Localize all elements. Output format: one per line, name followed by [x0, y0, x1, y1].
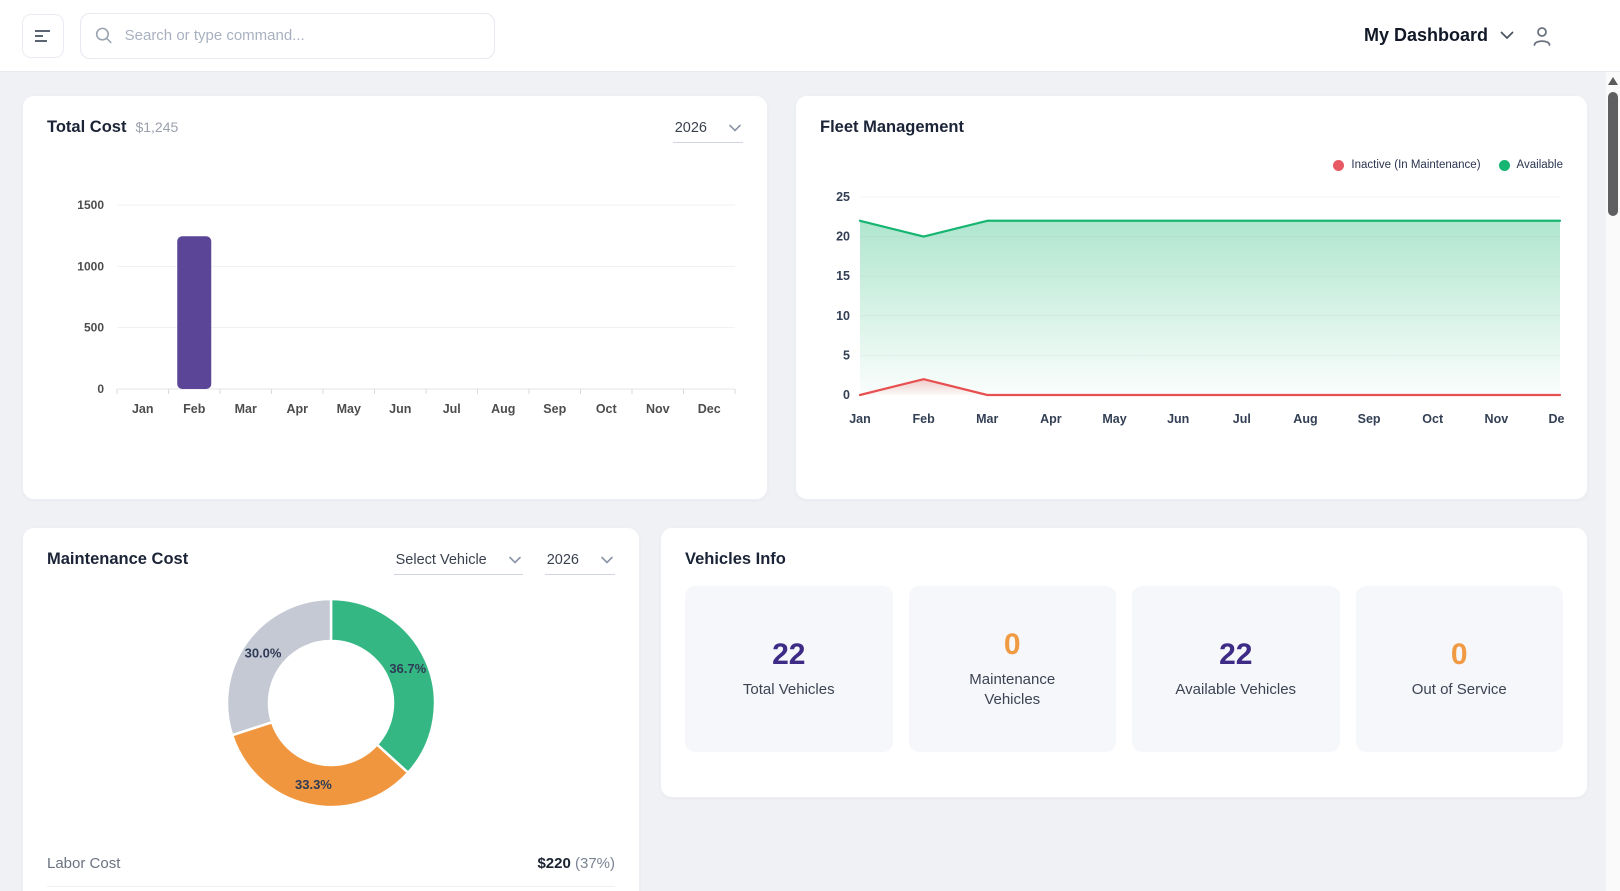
svg-text:25: 25 — [836, 190, 850, 204]
vehicle-tiles: 22 Total Vehicles 0 Maintenance Vehicles 22 A… — [685, 586, 1563, 752]
svg-text:Apr: Apr — [286, 402, 308, 416]
svg-text:Nov: Nov — [1485, 412, 1509, 426]
cost-label: Labor Cost — [47, 855, 121, 872]
maintenance-title: Maintenance Cost — [47, 550, 189, 568]
fleet-legend: Inactive (In Maintenance) Available — [820, 159, 1563, 171]
chevron-down-icon — [601, 556, 613, 564]
fleet-area-chart: 0 5 10 15 20 25 Jan Feb Mar Apr May Jun Jul Aug Sep Oct… — [836, 190, 1571, 426]
svg-text:May: May — [337, 402, 361, 416]
svg-text:36.7%: 36.7% — [389, 661, 426, 676]
cost-percent: (37%) — [570, 855, 615, 872]
legend-label: Available — [1516, 159, 1563, 171]
vehicle-stat-tile: 22 Available Vehicles — [1132, 586, 1340, 752]
svg-text:Jul: Jul — [443, 402, 461, 416]
svg-text:Feb: Feb — [183, 402, 206, 416]
vehicle-stat-tile: 0 Maintenance Vehicles — [908, 586, 1116, 752]
svg-text:1500: 1500 — [77, 198, 104, 212]
stat-label: Out of Service — [1411, 680, 1507, 698]
vehicle-stat-tile: 22 Total Vehicles — [685, 586, 893, 752]
menu-button[interactable] — [22, 13, 64, 58]
dashboard-content: Total Cost $1,245 2026 0 500 1000 1500 Jan Fe… — [0, 72, 1620, 891]
svg-text:Jan: Jan — [132, 402, 154, 416]
svg-text:Jun: Jun — [1167, 412, 1189, 426]
svg-text:Nov: Nov — [646, 402, 670, 416]
menu-icon — [35, 29, 50, 42]
svg-text:20: 20 — [836, 230, 850, 244]
maintenance-cost-card: Maintenance Cost Select Vehicle 2026 36.… — [22, 527, 640, 891]
cost-breakdown-row: Labor Cost $220 (37%) — [47, 855, 615, 887]
stat-label: Total Vehicles — [742, 680, 835, 698]
total-cost-year-select[interactable]: 2026 — [672, 120, 743, 143]
legend-dot — [1498, 159, 1510, 171]
svg-text:0: 0 — [843, 388, 850, 402]
svg-text:15: 15 — [836, 269, 850, 283]
cost-amount: $220 — [537, 855, 571, 872]
svg-text:33.3%: 33.3% — [295, 777, 332, 792]
chevron-down-icon — [508, 556, 521, 564]
dashboard-selector[interactable]: My Dashboard — [1364, 25, 1514, 46]
svg-text:Jul: Jul — [1233, 412, 1251, 426]
svg-text:Dec: Dec — [698, 402, 721, 416]
user-icon[interactable] — [1530, 24, 1554, 48]
stat-label: Available Vehicles — [1175, 680, 1297, 698]
svg-text:Oct: Oct — [596, 402, 618, 416]
fleet-management-card: Fleet Management Inactive (In Maintenanc… — [795, 95, 1588, 500]
total-cost-title: Total Cost — [47, 118, 127, 136]
svg-text:May: May — [1102, 412, 1126, 426]
search-box[interactable] — [80, 12, 495, 59]
vehicle-stat-tile: 0 Out of Service — [1355, 586, 1563, 752]
chevron-down-icon — [1500, 31, 1514, 39]
top-bar: My Dashboard — [0, 0, 1620, 72]
fleet-title: Fleet Management — [820, 118, 964, 136]
legend-dot — [1333, 159, 1345, 171]
svg-text:500: 500 — [84, 321, 104, 335]
stat-label: Maintenance Vehicles — [969, 670, 1056, 708]
maintenance-donut-chart: 36.7% 33.3% 30.0% — [225, 597, 437, 809]
cost-value: $220 (37%) — [537, 855, 615, 872]
scrollbar[interactable] — [1606, 72, 1620, 891]
stat-value: 0 — [1003, 627, 1021, 661]
svg-text:Mar: Mar — [976, 412, 998, 426]
svg-text:Oct: Oct — [1422, 412, 1444, 426]
search-input[interactable] — [122, 26, 480, 45]
svg-text:Mar: Mar — [235, 402, 257, 416]
maintenance-rows: Labor Cost $220 (37%) — [47, 855, 615, 887]
scroll-up-arrow[interactable] — [1608, 77, 1618, 85]
vehicle-select[interactable]: Select Vehicle — [393, 552, 523, 575]
legend-item: Available — [1498, 159, 1563, 171]
svg-text:Dec: Dec — [1549, 412, 1565, 426]
svg-text:Aug: Aug — [491, 402, 515, 416]
svg-text:Aug: Aug — [1293, 412, 1317, 426]
dashboard-page: My Dashboard Total Cost $1,245 2026 — [0, 0, 1620, 891]
maintenance-year-select[interactable]: 2026 — [544, 552, 615, 575]
svg-text:Feb: Feb — [913, 412, 936, 426]
svg-text:Jun: Jun — [389, 402, 411, 416]
stat-value: 0 — [1450, 637, 1468, 671]
vehicles-info-title: Vehicles Info — [685, 550, 786, 568]
svg-text:10: 10 — [836, 309, 850, 323]
svg-text:30.0%: 30.0% — [245, 646, 282, 661]
total-cost-bar-chart: 0 500 1000 1500 Jan Feb Mar Apr May Jun Jul Aug Sep O… — [77, 198, 736, 416]
search-icon — [95, 27, 112, 44]
svg-text:0: 0 — [97, 382, 104, 396]
svg-text:5: 5 — [843, 348, 850, 362]
total-cost-card: Total Cost $1,245 2026 0 500 1000 1500 Jan Fe… — [22, 95, 768, 500]
legend-label: Inactive (In Maintenance) — [1351, 159, 1481, 171]
dashboard-title: My Dashboard — [1363, 25, 1488, 45]
scrollbar-thumb[interactable] — [1608, 92, 1618, 216]
legend-item: Inactive (In Maintenance) — [1333, 159, 1481, 171]
stat-value: 22 — [1219, 637, 1253, 671]
svg-text:Sep: Sep — [1358, 412, 1381, 426]
vehicles-info-card: Vehicles Info 22 Total Vehicles 0 Maintenan… — [660, 527, 1588, 798]
svg-text:1000: 1000 — [77, 259, 104, 273]
total-cost-amount: $1,245 — [135, 119, 179, 135]
svg-text:Apr: Apr — [1040, 412, 1062, 426]
svg-text:Sep: Sep — [543, 402, 566, 416]
stat-value: 22 — [772, 637, 806, 671]
chevron-down-icon — [729, 124, 741, 132]
svg-text:Jan: Jan — [849, 412, 871, 426]
